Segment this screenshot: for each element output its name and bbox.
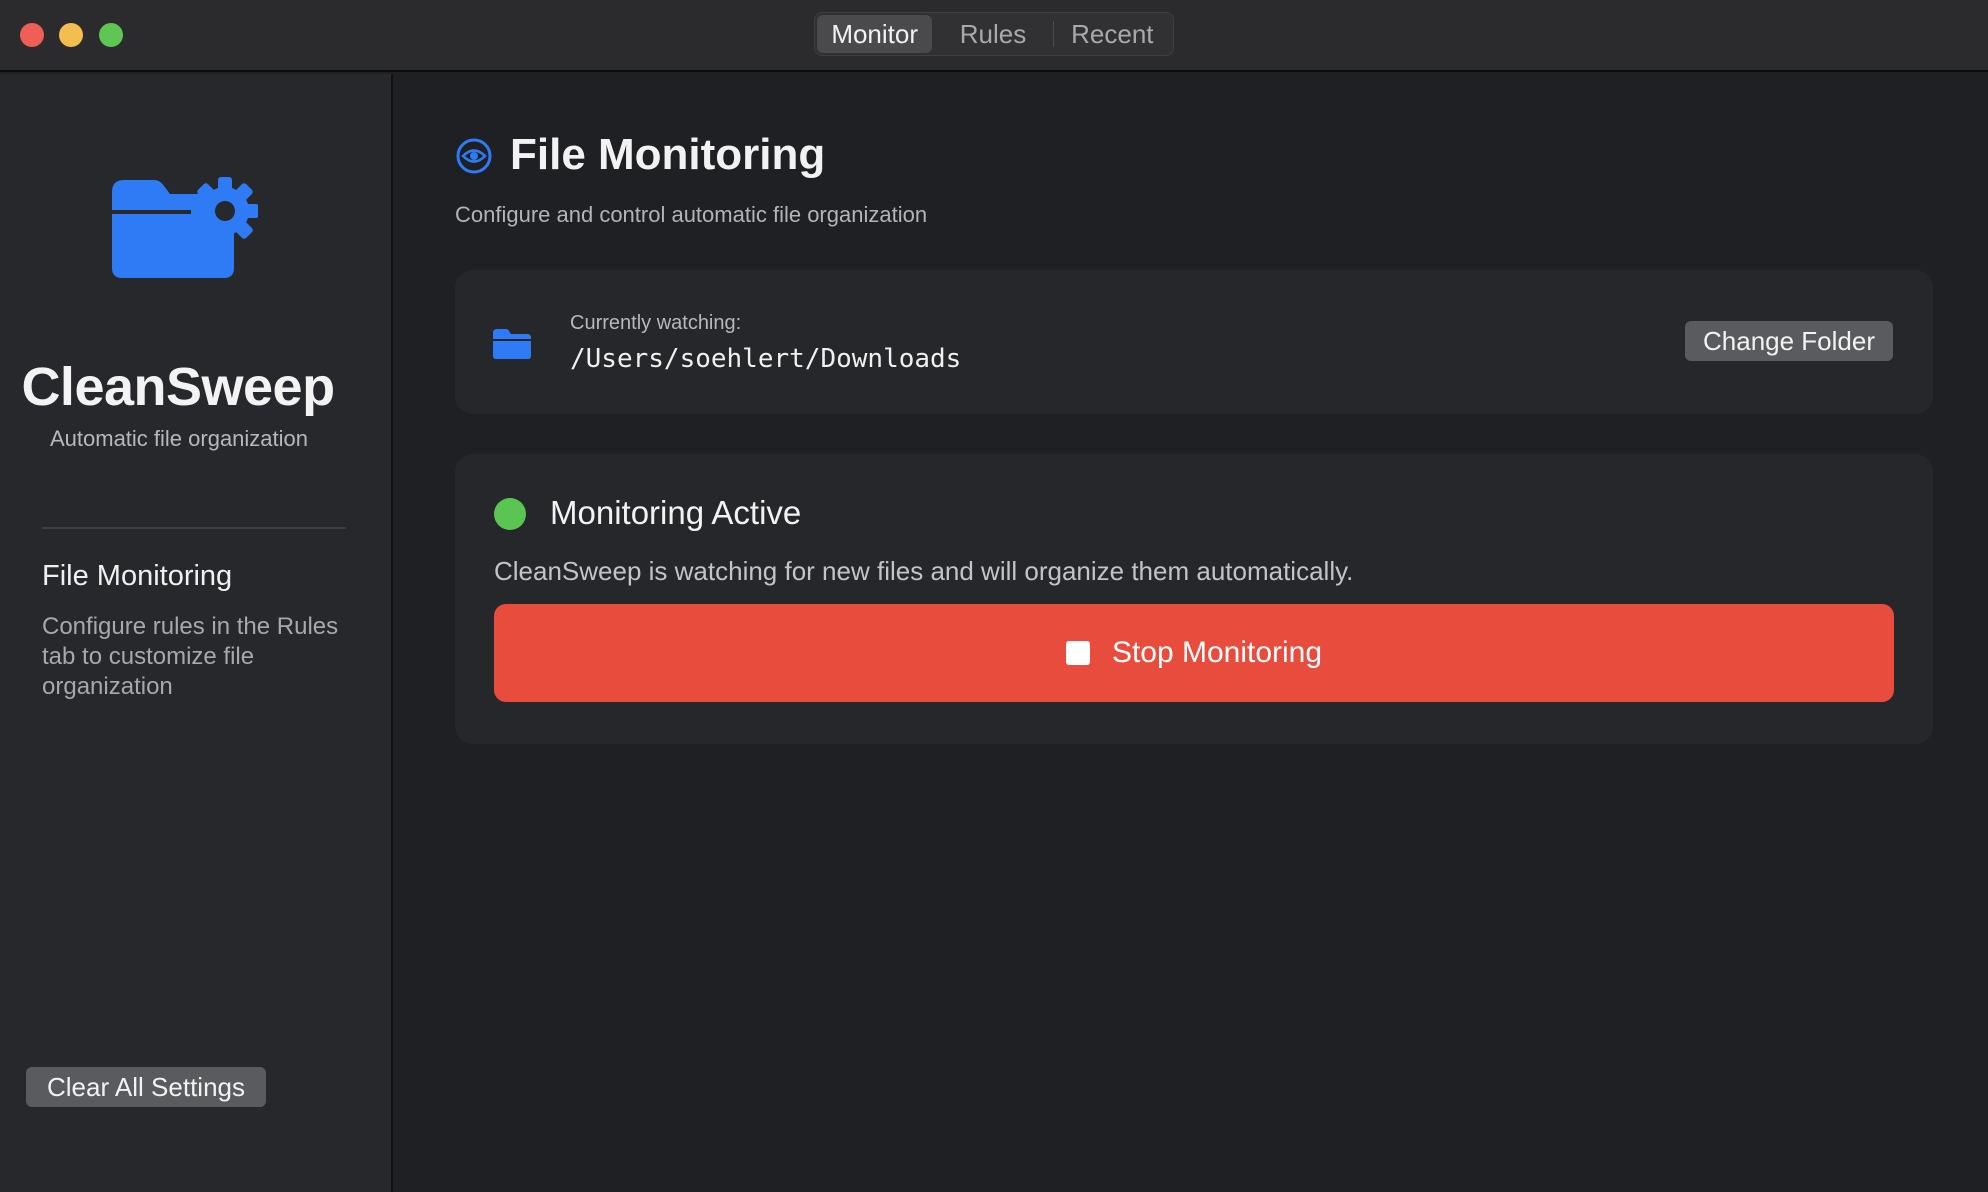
page-subtitle: Configure and control automatic file org… xyxy=(455,202,928,227)
watching-label: Currently watching: xyxy=(570,312,742,334)
close-window-button[interactable] xyxy=(20,23,44,47)
sidebar-section-description: Configure rules in the Rules tab to cust… xyxy=(42,613,339,700)
status-title: Monitoring Active xyxy=(550,494,802,531)
eye-icon xyxy=(456,138,492,174)
app-window: Monitor Rules Recent CleanSweep Automati… xyxy=(0,0,1988,1192)
title-bar: Monitor Rules Recent xyxy=(0,0,1988,72)
monitoring-status-card: Monitoring Active CleanSweep is watching… xyxy=(455,454,1933,744)
status-description: CleanSweep is watching for new files and… xyxy=(494,556,1354,586)
view-tab-bar: Monitor Rules Recent xyxy=(814,12,1174,56)
stop-icon xyxy=(1065,641,1090,665)
watched-folder-path: /Users/soehlert/Downloads xyxy=(570,344,962,374)
sidebar-divider xyxy=(42,527,346,529)
tab-recent[interactable]: Recent xyxy=(1054,15,1171,53)
stop-monitoring-label: Stop Monitoring xyxy=(1111,636,1323,669)
change-folder-button[interactable]: Change Folder xyxy=(1685,321,1893,361)
app-tagline: Automatic file organization xyxy=(49,426,309,451)
sidebar-section-heading: File Monitoring xyxy=(42,560,233,592)
clear-all-settings-button[interactable]: Clear All Settings xyxy=(26,1067,266,1107)
watched-folder-card: Currently watching: /Users/soehlert/Down… xyxy=(455,270,1933,414)
main-content: File Monitoring Configure and control au… xyxy=(395,74,1988,1192)
tab-monitor[interactable]: Monitor xyxy=(817,15,933,53)
zoom-window-button[interactable] xyxy=(99,23,123,47)
sidebar: CleanSweep Automatic file organization F… xyxy=(0,74,393,1192)
tab-rules[interactable]: Rules xyxy=(933,15,1052,53)
folder-gear-icon xyxy=(112,177,258,278)
status-indicator-dot xyxy=(494,498,526,530)
folder-icon xyxy=(493,329,531,359)
page-title: File Monitoring xyxy=(510,130,826,179)
stop-monitoring-button[interactable]: Stop Monitoring xyxy=(494,604,1894,702)
app-name: CleanSweep xyxy=(21,357,335,417)
minimize-window-button[interactable] xyxy=(59,23,83,47)
